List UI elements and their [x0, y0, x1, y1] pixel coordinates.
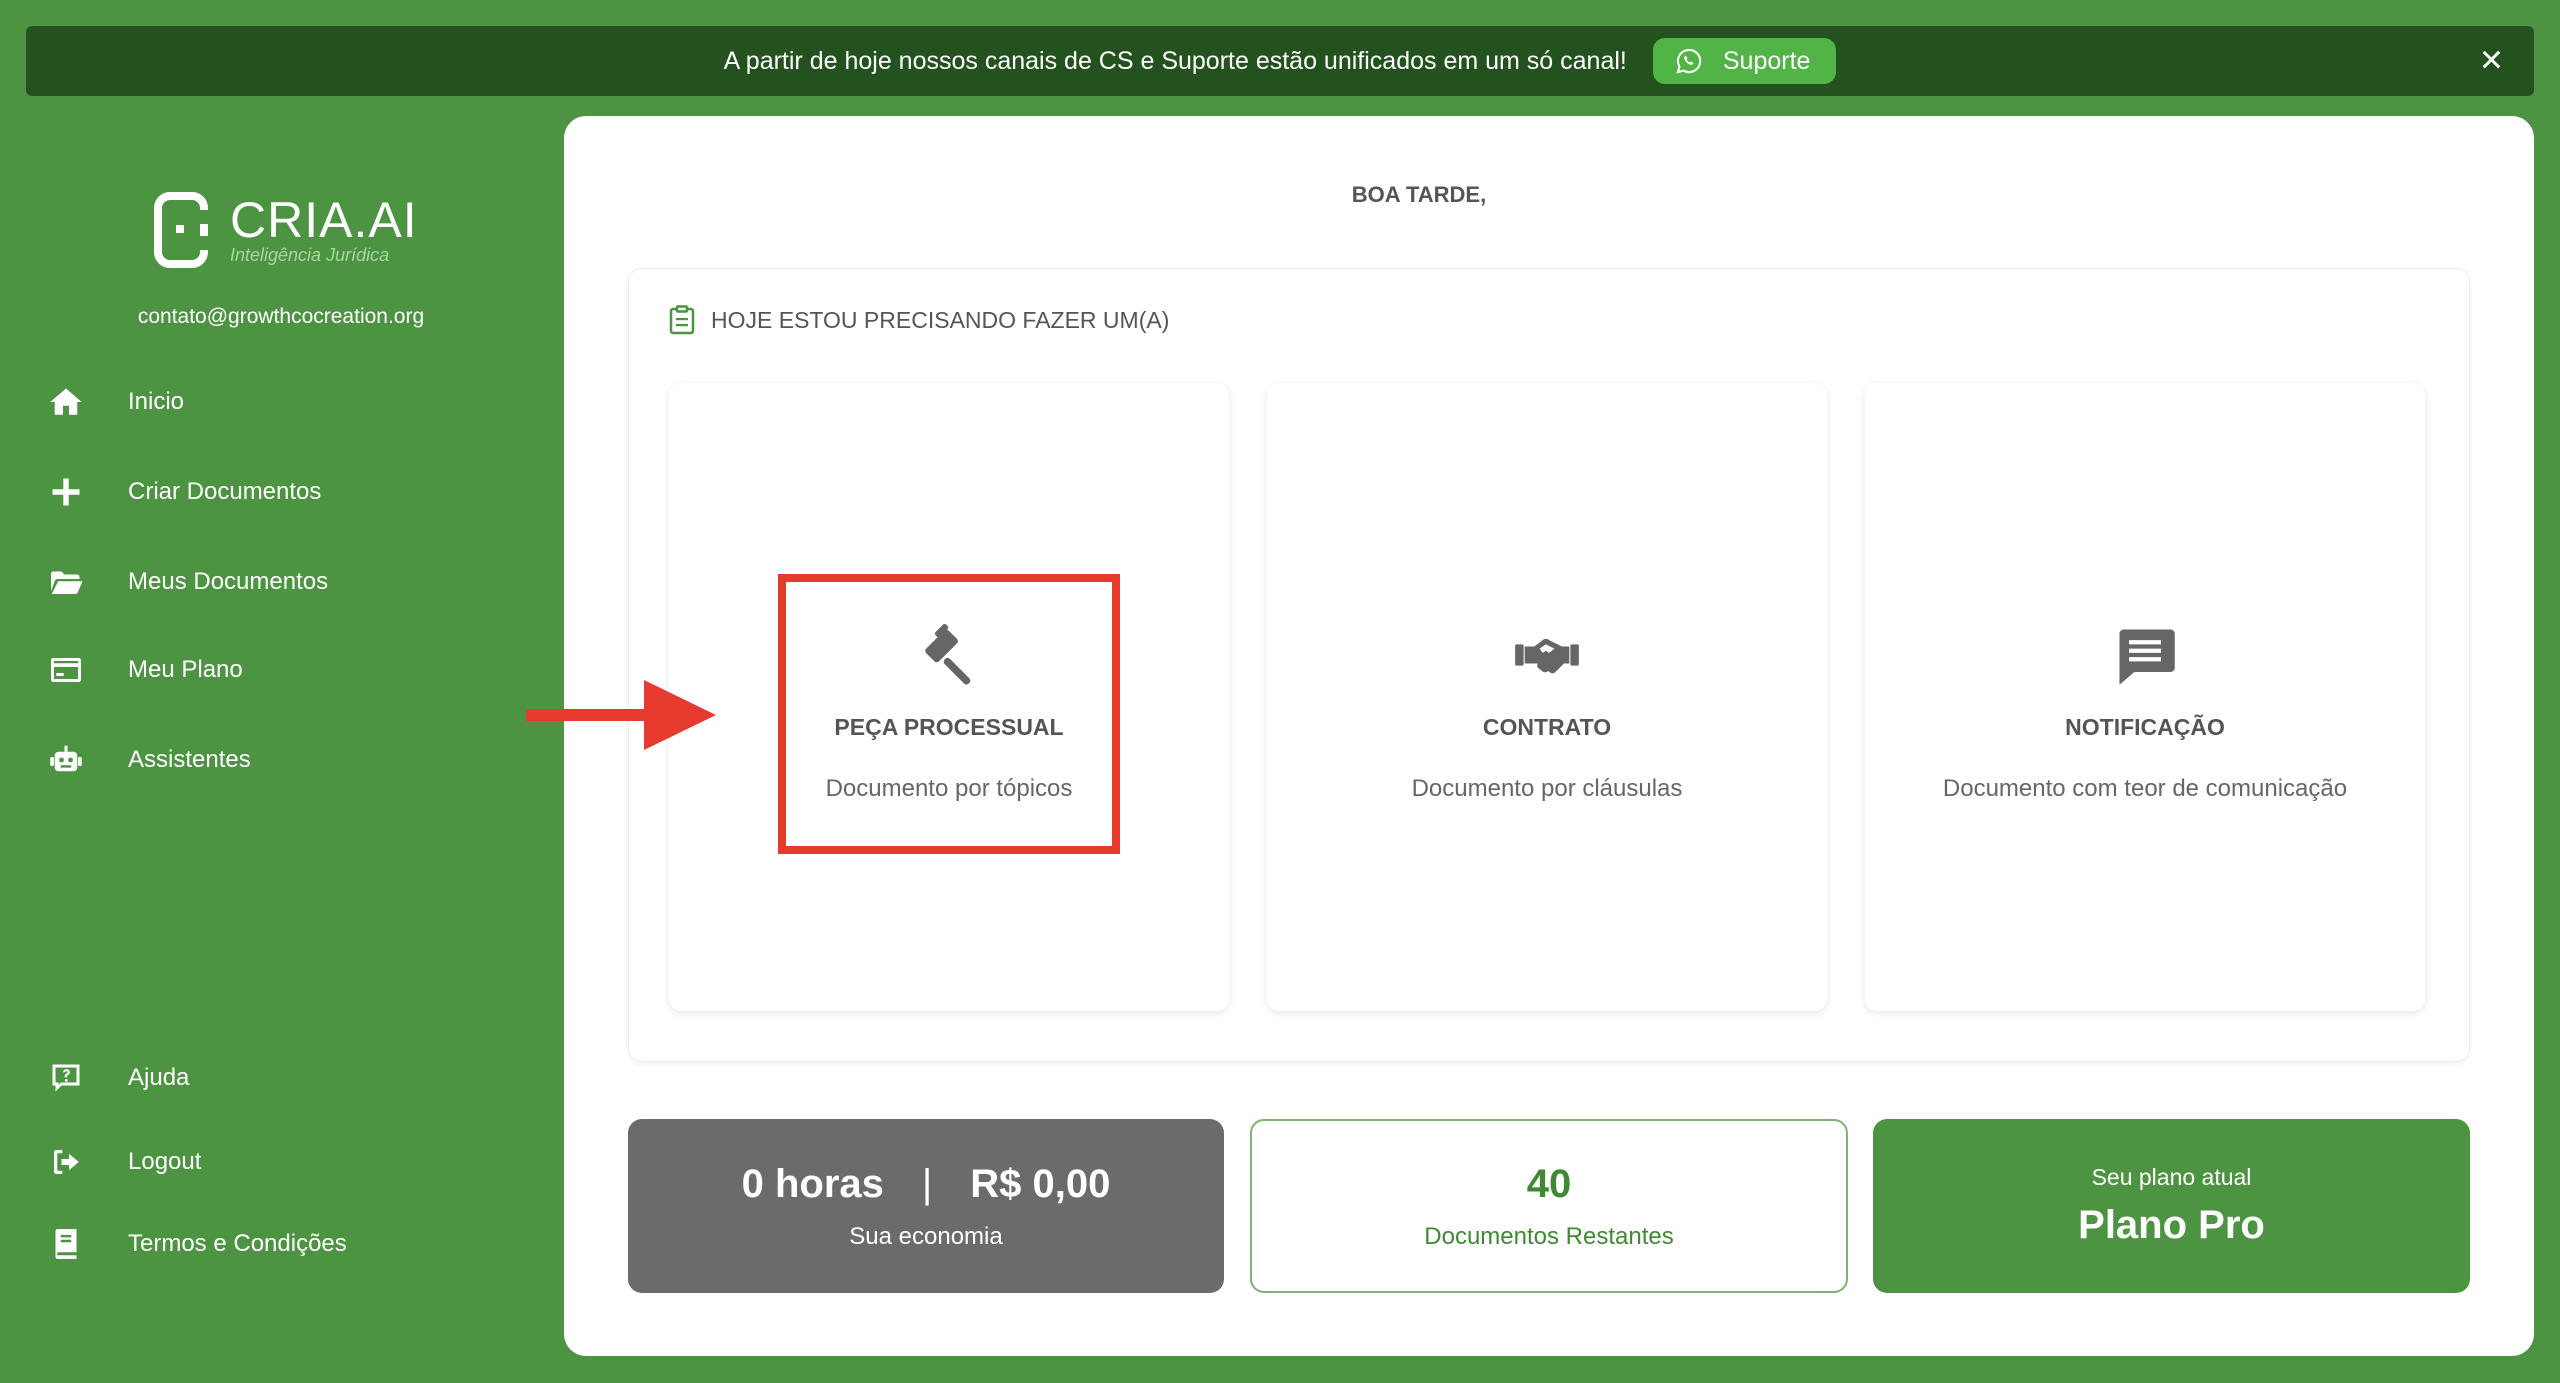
help-question-icon — [44, 1056, 88, 1100]
current-plan-card[interactable]: Seu plano atual Plano Pro — [1873, 1119, 2470, 1293]
message-icon — [2111, 621, 2179, 694]
nav-item-termos[interactable]: Termos e Condições — [44, 1222, 347, 1266]
folder-open-icon — [44, 560, 88, 604]
nav-item-inicio[interactable]: Inicio — [44, 380, 184, 424]
nav-item-assistentes[interactable]: Assistentes — [44, 738, 251, 782]
savings-card: 0 horas | R$ 0,00 Sua economia — [628, 1119, 1224, 1293]
logout-icon — [44, 1140, 88, 1184]
nav-item-logout[interactable]: Logout — [44, 1140, 201, 1184]
handshake-icon — [1513, 621, 1581, 694]
banner-message: A partir de hoje nossos canais de CS e S… — [723, 46, 1627, 75]
nav-label-meu-plano: Meu Plano — [128, 656, 243, 683]
hours-saved: 0 horas — [741, 1161, 884, 1206]
money-saved: R$ 0,00 — [970, 1161, 1111, 1206]
nav-item-ajuda[interactable]: Ajuda — [44, 1056, 189, 1100]
highlight-annotation — [778, 574, 1120, 854]
logo-mark-icon — [154, 192, 208, 268]
card-subtitle: Documento por cláusulas — [1411, 775, 1683, 802]
clipboard-icon — [669, 305, 695, 335]
close-icon[interactable]: ✕ — [2479, 44, 2504, 79]
nav-label-meus-documentos: Meus Documentos — [128, 568, 329, 595]
announcement-banner: A partir de hoje nossos canais de CS e S… — [26, 26, 2534, 96]
arrow-right-icon — [526, 680, 716, 750]
nav-label-logout: Logout — [128, 1148, 202, 1175]
credit-card-icon — [44, 648, 88, 692]
whatsapp-icon — [1676, 48, 1702, 74]
nav-label-inicio: Inicio — [128, 388, 185, 415]
nav-label-termos: Termos e Condições — [128, 1230, 347, 1257]
card-subtitle: Documento com teor de comunicação — [1942, 775, 2348, 802]
nav-item-meus-documentos[interactable]: Meus Documentos — [44, 560, 328, 604]
greeting: BOA TARDE, — [1351, 182, 1487, 207]
documents-remaining-count: 40 — [1526, 1161, 1572, 1206]
support-button-label: Suporte — [1722, 46, 1811, 75]
documents-remaining-caption: Documentos Restantes — [1424, 1222, 1674, 1250]
savings-caption: Sua economia — [849, 1222, 1003, 1250]
card-notificacao[interactable]: NOTIFICAÇÃO Documento com teor de comuni… — [1865, 383, 2425, 1011]
robot-icon — [44, 738, 88, 782]
brand-name: CRIA.AI — [230, 192, 418, 248]
nav-item-criar-documentos[interactable]: Criar Documentos — [44, 470, 321, 514]
brand-logo[interactable]: CRIA.AI Inteligência Jurídica — [152, 190, 418, 270]
card-contrato[interactable]: CONTRATO Documento por cláusulas — [1267, 383, 1827, 1011]
brand-tagline: Inteligência Jurídica — [230, 245, 390, 265]
home-icon — [44, 380, 88, 424]
nav-label-ajuda: Ajuda — [128, 1064, 190, 1091]
book-icon — [44, 1222, 88, 1266]
nav-label-assistentes: Assistentes — [128, 746, 251, 773]
section-title: HOJE ESTOU PRECISANDO FAZER UM(A) — [669, 305, 1169, 335]
support-button[interactable]: Suporte — [1652, 38, 1837, 84]
remaining-documents-card: 40 Documentos Restantes — [1250, 1119, 1848, 1293]
plan-name: Plano Pro — [2078, 1203, 2265, 1247]
section-title-text: HOJE ESTOU PRECISANDO FAZER UM(A) — [711, 306, 1170, 333]
card-title: CONTRATO — [1482, 714, 1612, 740]
nav-label-criar-documentos: Criar Documentos — [128, 478, 322, 505]
user-email: contato@growthcocreation.org — [137, 305, 425, 328]
card-title: NOTIFICAÇÃO — [2065, 714, 2225, 740]
savings-separator: | — [921, 1161, 933, 1206]
plus-icon — [44, 470, 88, 514]
nav-item-meu-plano[interactable]: Meu Plano — [44, 648, 243, 692]
plan-caption: Seu plano atual — [2091, 1164, 2252, 1190]
